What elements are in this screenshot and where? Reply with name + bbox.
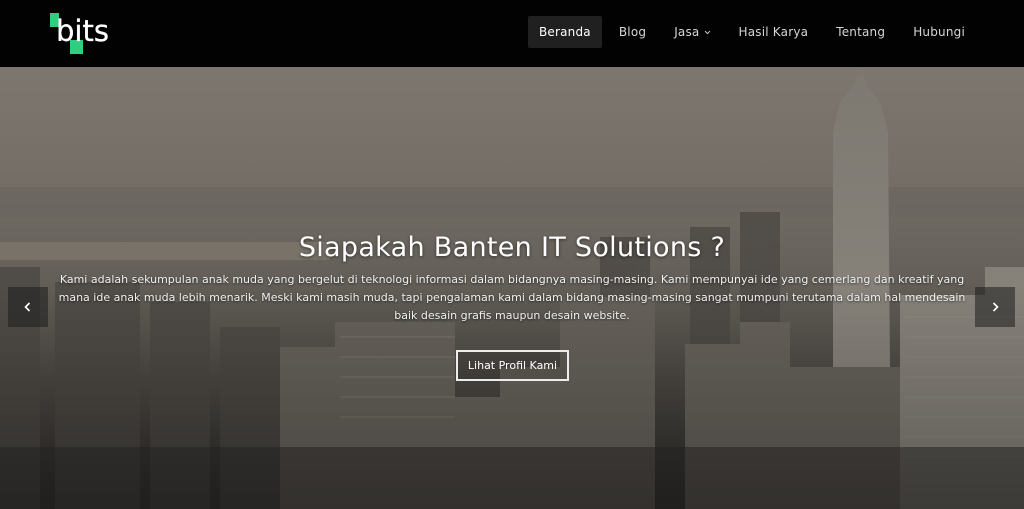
nav-label: Tentang xyxy=(836,25,886,39)
chevron-left-icon xyxy=(24,302,31,312)
nav-label: Jasa xyxy=(674,25,700,39)
nav-label: Beranda xyxy=(538,25,591,39)
nav-label: Blog xyxy=(618,25,647,39)
hero-description: Kami adalah sekumpulan anak muda yang be… xyxy=(58,273,966,322)
hero-caption: Siapakah Banten IT Solutions ? Kami adal… xyxy=(50,230,974,325)
nav-item-beranda[interactable]: Beranda xyxy=(527,16,602,48)
hero-slider: Siapakah Banten IT Solutions ? Kami adal… xyxy=(0,67,1024,509)
hero-title: Siapakah Banten IT Solutions ? xyxy=(298,232,726,263)
carousel-prev-button[interactable] xyxy=(8,287,48,327)
chevron-right-icon xyxy=(992,302,999,312)
top-navbar: bits Beranda Blog Jasa Hasil Karya Tenta… xyxy=(0,0,1024,67)
nav-item-jasa[interactable]: Jasa xyxy=(663,16,721,48)
main-nav: Beranda Blog Jasa Hasil Karya Tentang Hu… xyxy=(522,16,976,48)
carousel-next-button[interactable] xyxy=(975,287,1015,327)
view-profile-button[interactable]: Lihat Profil Kami xyxy=(456,350,569,381)
nav-label: Hasil Karya xyxy=(738,25,809,39)
nav-label: Hubungi xyxy=(913,25,965,39)
logo-text: bits xyxy=(56,14,109,48)
nav-item-hasil-karya[interactable]: Hasil Karya xyxy=(728,16,820,48)
nav-item-hubungi[interactable]: Hubungi xyxy=(902,16,976,48)
chevron-down-icon xyxy=(704,30,710,34)
nav-item-tentang[interactable]: Tentang xyxy=(825,16,896,48)
nav-item-blog[interactable]: Blog xyxy=(608,16,657,48)
bits-logo[interactable]: bits xyxy=(50,12,122,56)
